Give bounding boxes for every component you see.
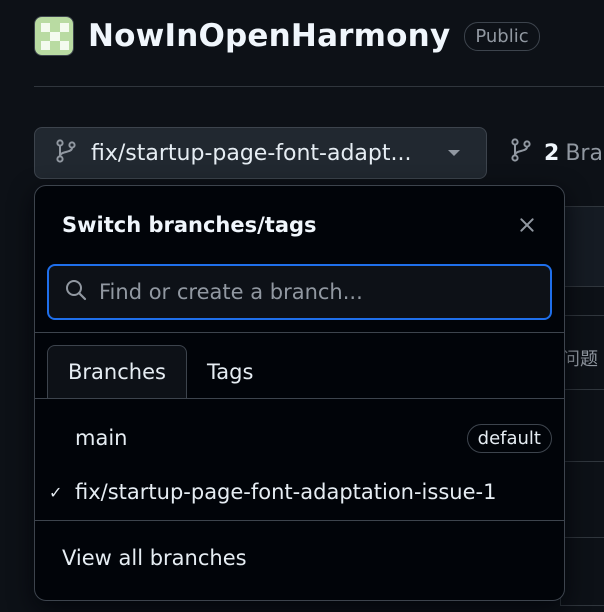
visibility-badge: Public — [464, 21, 540, 51]
avatar[interactable] — [34, 16, 74, 56]
commit-message-fragment: 问题 — [562, 349, 598, 370]
branch-search-input[interactable] — [99, 280, 519, 304]
branch-name: main — [75, 426, 128, 450]
file-row-divider — [561, 461, 604, 462]
branch-item-main[interactable]: main default — [35, 413, 564, 463]
panel-divider — [35, 332, 564, 333]
file-row-divider — [561, 315, 604, 316]
footer-divider — [35, 520, 564, 521]
header-divider — [34, 86, 604, 87]
search-icon — [65, 279, 87, 305]
repo-name[interactable]: NowInOpenHarmony — [88, 18, 450, 54]
branch-name: fix/startup-page-font-adaptation-issue-1 — [75, 480, 497, 504]
branch-count: 2 — [544, 140, 560, 166]
branch-switcher-panel: Switch branches/tags Branches Tags main … — [34, 185, 565, 601]
chevron-down-icon — [448, 150, 460, 156]
repo-header: NowInOpenHarmony Public — [34, 14, 540, 58]
branch-tabs: Branches Tags — [47, 345, 274, 398]
branch-item-fix-startup[interactable]: ✓ fix/startup-page-font-adaptation-issue… — [35, 467, 564, 517]
repo-page: NowInOpenHarmony Public fix/startup-page… — [0, 0, 604, 612]
branch-count-link[interactable]: 2 Bra — [510, 138, 603, 168]
file-list-header — [561, 207, 604, 287]
panel-title: Switch branches/tags — [62, 213, 317, 237]
view-all-branches-link[interactable]: View all branches — [62, 546, 247, 570]
branch-select-button[interactable]: fix/startup-page-font-adapt... — [34, 127, 487, 179]
git-branch-icon — [510, 138, 532, 168]
default-badge: default — [466, 423, 552, 453]
tabs-divider — [35, 398, 564, 399]
tab-branches[interactable]: Branches — [47, 345, 187, 398]
check-icon: ✓ — [49, 482, 63, 502]
close-icon[interactable] — [516, 214, 538, 236]
branch-count-label: Bra — [565, 140, 603, 166]
file-row-divider — [561, 537, 604, 538]
git-branch-icon — [55, 139, 77, 167]
file-list-background — [560, 206, 604, 606]
file-row-divider — [561, 389, 604, 390]
current-branch-label: fix/startup-page-font-adapt... — [91, 140, 412, 166]
tab-tags[interactable]: Tags — [187, 345, 274, 398]
branch-search-field[interactable] — [47, 264, 552, 320]
